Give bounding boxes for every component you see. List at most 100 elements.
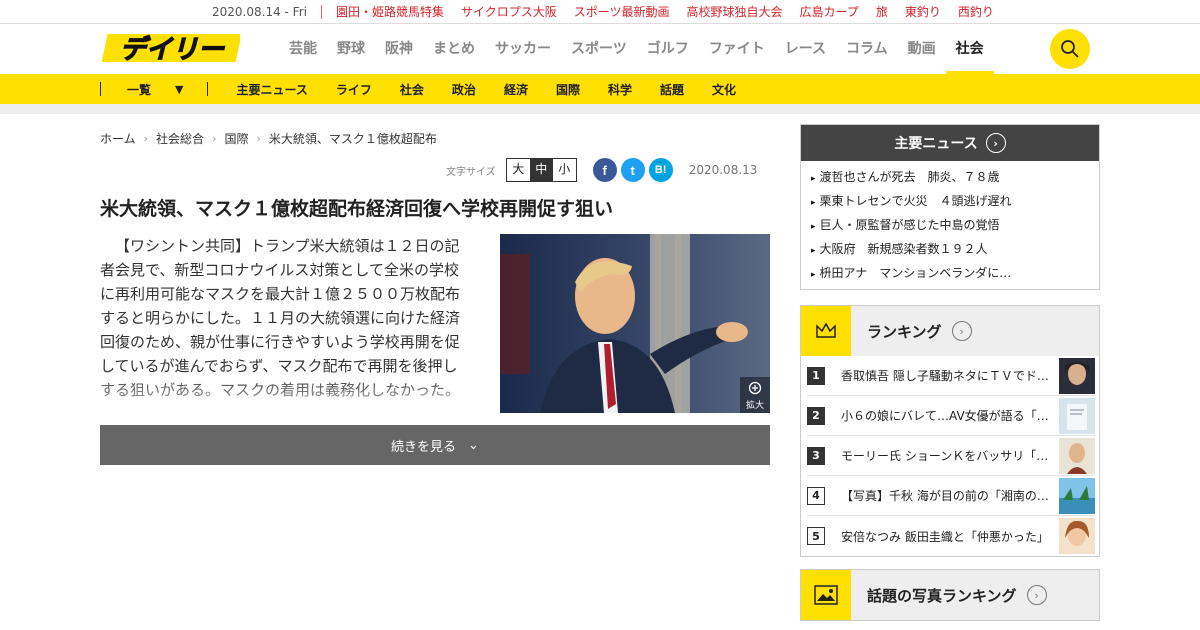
rank-thumbnail [1059, 477, 1095, 514]
subnav-society[interactable]: 社会 [400, 81, 424, 98]
top-link-keiba[interactable]: 園田・姫路競馬特集 [336, 3, 444, 20]
chevron-right-icon: › [951, 321, 972, 341]
share-buttons: f t B! [592, 158, 673, 182]
main-news-box: 主要ニュース › 渡哲也さんが死去 肺炎、７８歳 栗東トレセンで火災 ４頭逃げ遅… [800, 124, 1100, 290]
hatena-bookmark-icon[interactable]: B! [648, 158, 673, 182]
nav-golf[interactable]: ゴルフ [637, 24, 699, 74]
list-label: 一覧 [127, 82, 152, 97]
font-size-small[interactable]: 小 [553, 159, 576, 181]
subnav-culture[interactable]: 文化 [712, 81, 736, 98]
photo-ranking-header[interactable]: 話題の写真ランキング › [801, 570, 1099, 620]
main-news-title: 主要ニュース [894, 136, 978, 152]
chevron-right-icon: › [1026, 585, 1047, 605]
chevron-down-icon: ⌄ [468, 437, 479, 453]
nav-soccer[interactable]: サッカー [485, 24, 561, 74]
breadcrumb-international[interactable]: 国際 [224, 130, 248, 147]
top-link-west-fishing[interactable]: 西釣り [958, 3, 994, 20]
top-link-east-fishing[interactable]: 東釣り [905, 3, 941, 20]
breadcrumb-society[interactable]: 社会総合 [156, 130, 204, 147]
nav-matome[interactable]: まとめ [423, 24, 485, 74]
list-item[interactable]: 渡哲也さんが死去 肺炎、７８歳 [811, 165, 1089, 189]
subnav-economy[interactable]: 経済 [504, 81, 528, 98]
subnav-international[interactable]: 国際 [556, 81, 580, 98]
zoom-label: 拡大 [745, 401, 764, 411]
chevron-right-icon: › [143, 132, 149, 145]
list-item[interactable]: 巨人・原監督が感じた中島の覚悟 [811, 213, 1089, 237]
text-fade-overlay [100, 376, 480, 424]
main-news-header[interactable]: 主要ニュース › [801, 125, 1099, 161]
ranking-title: ランキング [867, 322, 942, 341]
rank-number: 4 [807, 486, 825, 505]
ranking-item[interactable]: 5 安倍なつみ 飯田圭織と「仲悪かった」 [807, 516, 1095, 556]
nav-baseball[interactable]: 野球 [327, 24, 375, 74]
search-button[interactable] [1050, 29, 1090, 69]
divider [320, 4, 322, 19]
ranking-item[interactable]: 1 香取慎吾 隠し子騒動ネタにＴＶでド… [807, 356, 1095, 396]
photo-ranking-box: 話題の写真ランキング › [800, 569, 1100, 621]
list-item[interactable]: 枡田アナ マンションベランダに… [811, 261, 1089, 285]
facebook-share-icon[interactable]: f [592, 158, 617, 182]
zoom-button[interactable]: 拡大 [740, 377, 770, 413]
sub-nav-items: 主要ニュース ライフ 社会 政治 経済 国際 科学 話題 文化 [236, 81, 736, 98]
caret-down-icon: ▼ [175, 82, 184, 96]
nav-society[interactable]: 社会 [945, 24, 994, 74]
breadcrumb: ホーム › 社会総合 › 国際 › 米大統領、マスク１億枚超配布 [100, 130, 437, 147]
rank-number: 2 [807, 406, 825, 425]
font-size-selector: 大 中 小 [505, 158, 577, 182]
rank-number: 1 [807, 366, 825, 385]
ranking-box: ランキング › 1 香取慎吾 隠し子騒動ネタにＴＶでド… 2 小６の娘にバレて…… [800, 305, 1100, 557]
article-image [500, 234, 770, 413]
rank-thumbnail [1059, 357, 1095, 394]
breadcrumb-home[interactable]: ホーム [100, 130, 136, 147]
ranking-item[interactable]: 3 モーリー氏 ショーンＫをバッサリ「… [807, 436, 1095, 476]
read-more-label: 続きを見る [391, 439, 457, 455]
separator-strip [0, 104, 1200, 114]
sidebar: 主要ニュース › 渡哲也さんが死去 肺炎、７８歳 栗東トレセンで火災 ４頭逃げ遅… [800, 124, 1100, 621]
rank-title: モーリー氏 ショーンＫをバッサリ「… [841, 449, 1049, 463]
page-content: ホーム › 社会総合 › 国際 › 米大統領、マスク１億枚超配布 文字サイズ 大… [0, 114, 1200, 630]
top-link-video[interactable]: スポーツ最新動画 [574, 3, 670, 20]
nav-fight[interactable]: ファイト [699, 24, 775, 74]
subnav-science[interactable]: 科学 [608, 81, 632, 98]
ranking-list: 1 香取慎吾 隠し子騒動ネタにＴＶでド… 2 小６の娘にバレて…AV女優が語る「… [801, 356, 1099, 556]
font-size-medium[interactable]: 中 [529, 159, 553, 181]
nav-hanshin[interactable]: 阪神 [375, 24, 423, 74]
article-title: 米大統領、マスク１億枚超配布経済回復へ学校再開促す狙い [100, 198, 614, 220]
list-dropdown[interactable]: 一覧 ▼ [127, 81, 183, 98]
subnav-main-news[interactable]: 主要ニュース [236, 81, 307, 98]
subnav-politics[interactable]: 政治 [452, 81, 476, 98]
rank-thumbnail [1059, 437, 1095, 474]
read-more-button[interactable]: 続きを見る ⌄ [100, 425, 770, 465]
nav-sports[interactable]: スポーツ [561, 24, 637, 74]
subnav-life[interactable]: ライフ [336, 81, 372, 98]
rank-number: 3 [807, 446, 825, 465]
nav-video[interactable]: 動画 [898, 24, 946, 74]
current-date: 2020.08.14 - Fri [212, 4, 307, 19]
nav-column[interactable]: コラム [836, 24, 898, 74]
ranking-item[interactable]: 4 【写真】千秋 海が目の前の「湘南の… [807, 476, 1095, 516]
chevron-right-icon: › [212, 132, 217, 145]
article-tools: 文字サイズ 大 中 小 f t B! 2020.08.13 [446, 158, 757, 182]
font-size-large[interactable]: 大 [507, 159, 530, 181]
ranking-header[interactable]: ランキング › [801, 306, 1099, 356]
top-link-koshien[interactable]: 高校野球独自大会 [687, 3, 783, 20]
article-photo[interactable]: 拡大 [500, 234, 770, 413]
divider [207, 82, 209, 96]
site-logo[interactable]: デイリー [100, 32, 242, 66]
sub-nav: 一覧 ▼ 主要ニュース ライフ 社会 政治 経済 国際 科学 話題 文化 [0, 74, 1200, 104]
zoom-in-icon [748, 381, 762, 395]
list-item[interactable]: 大阪府 新規感染者数１９２人 [811, 237, 1089, 261]
nav-race[interactable]: レース [775, 24, 836, 74]
subnav-topics[interactable]: 話題 [660, 81, 684, 98]
top-link-travel[interactable]: 旅 [876, 3, 888, 20]
top-link-carp[interactable]: 広島カープ [800, 3, 859, 20]
nav-entertainment[interactable]: 芸能 [279, 24, 327, 74]
twitter-share-icon[interactable]: t [620, 158, 645, 182]
search-icon [1061, 40, 1079, 58]
main-nav: 芸能 野球 阪神 まとめ サッカー スポーツ ゴルフ ファイト レース コラム … [279, 24, 994, 74]
top-link-cyclops[interactable]: サイクロプス大阪 [461, 3, 557, 20]
rank-title: 【写真】千秋 海が目の前の「湘南の… [841, 489, 1049, 503]
divider [100, 82, 101, 96]
list-item[interactable]: 栗東トレセンで火災 ４頭逃げ遅れ [811, 189, 1089, 213]
ranking-item[interactable]: 2 小６の娘にバレて…AV女優が語る「… [807, 396, 1095, 436]
